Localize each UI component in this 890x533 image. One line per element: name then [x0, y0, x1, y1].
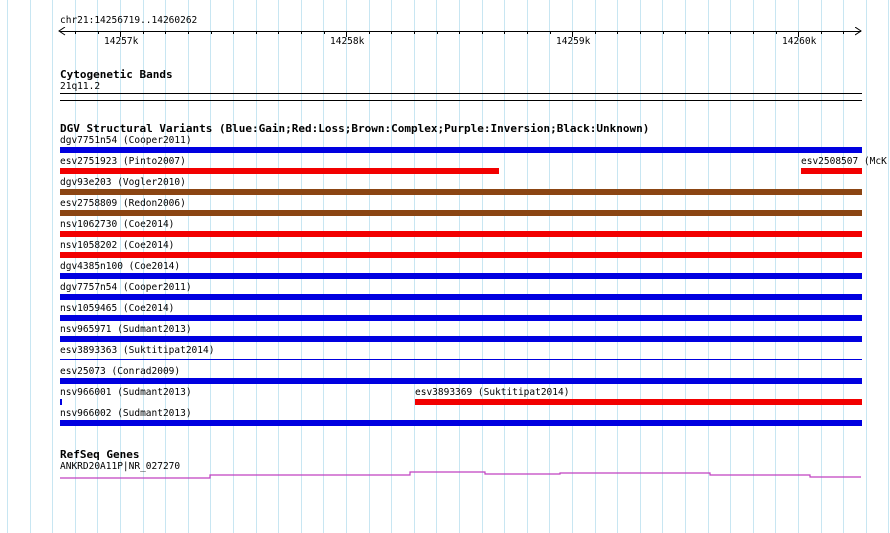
gene-feature-svg[interactable] — [0, 0, 890, 533]
gene-feature-line[interactable] — [60, 471, 861, 479]
